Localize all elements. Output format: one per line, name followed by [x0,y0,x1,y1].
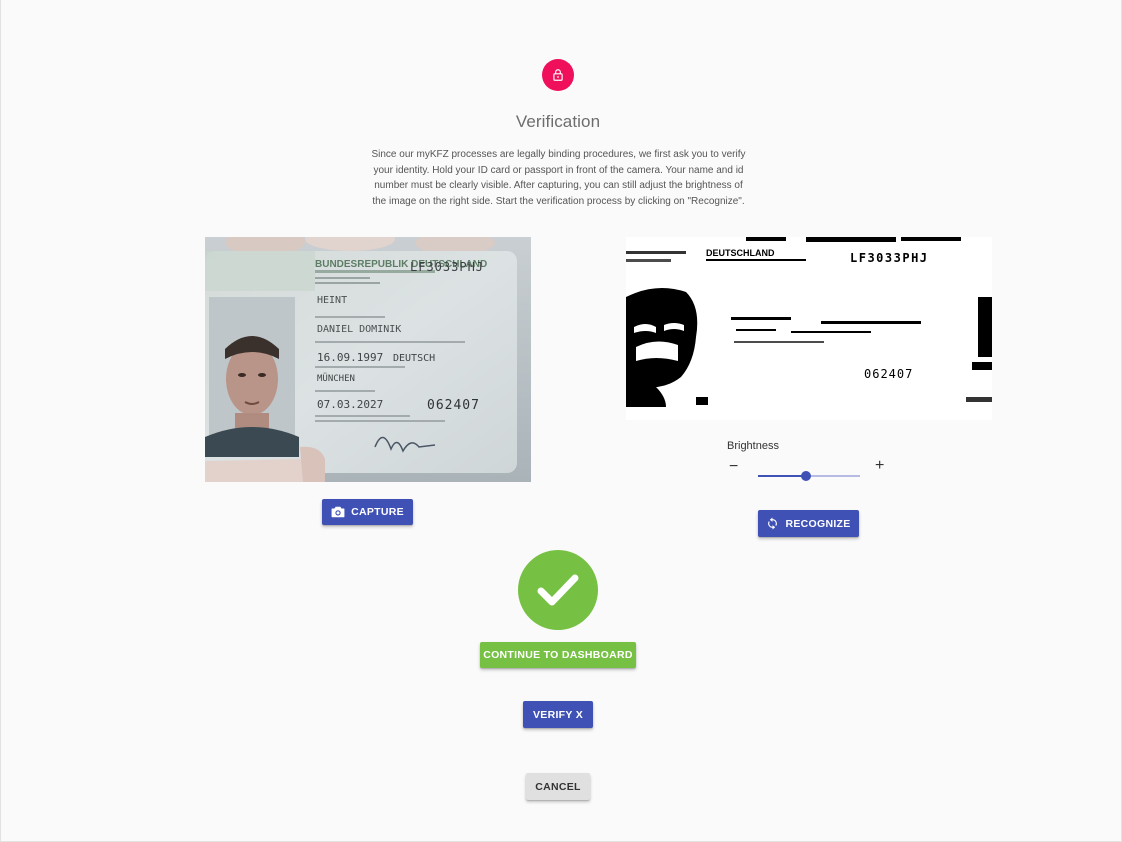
checkmark-icon [537,574,579,606]
recognize-button[interactable]: Recognize [758,510,859,537]
camera-preview: BUNDESREPUBLIK DEUTSCHLAND LF3033PHJ HEI… [205,237,531,482]
card-expiry: 07.03.2027 [317,398,383,411]
capture-label: Capture [351,506,404,518]
brightness-label: Brightness [727,440,779,452]
cancel-button[interactable]: Cancel [526,773,590,800]
card-nationality: DEUTSCH [393,353,435,364]
page-description: Since our myKFZ processes are legally bi… [371,149,746,207]
card-can-number: 062407 [427,398,480,413]
continue-label: Continue to Dashboard [483,649,633,661]
card-doc-number: LF3033PHJ [410,260,484,274]
page-title: Verification [515,112,601,131]
brightness-slider-thumb[interactable] [800,471,811,481]
success-badge [518,550,598,630]
card-surname: HEINT [317,295,347,306]
processed-can-number: 062407 [864,367,913,381]
brightness-decrease[interactable]: − [729,458,738,476]
brightness-increase[interactable]: + [875,457,884,475]
card-birth-date: 16.09.1997 [317,351,383,364]
recognize-label: Recognize [785,517,851,530]
continue-to-dashboard-button[interactable]: Continue to Dashboard [480,642,636,668]
lock-icon [553,69,563,81]
capture-button[interactable]: Capture [322,499,413,525]
processed-preview: DEUTSCHLAND LF3033PHJ 062407 [626,237,992,420]
cancel-label: Cancel [535,780,581,793]
brightness-slider[interactable] [758,471,860,481]
lock-badge [542,59,574,91]
processed-header-text: DEUTSCHLAND [706,248,775,258]
card-given-names: DANIEL DOMINIK [317,324,401,335]
verify-x-button[interactable]: Verify X [523,701,593,728]
camera-icon [331,506,345,518]
brightness-slider-fill [758,475,806,477]
card-birth-place: MÜNCHEN [317,373,355,384]
processed-doc-number: LF3033PHJ [850,251,929,265]
sync-icon [768,517,778,530]
verify-label: Verify X [532,708,584,721]
